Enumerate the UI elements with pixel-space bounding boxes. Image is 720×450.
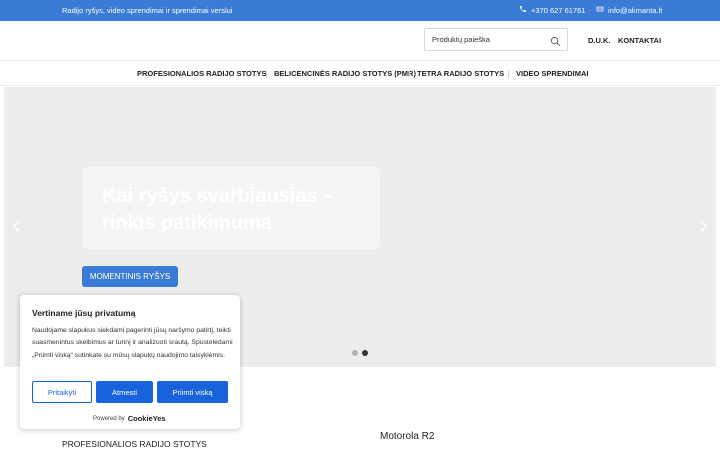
product-title[interactable]: Motorola R2 xyxy=(380,431,434,442)
email-link[interactable]: info@akmanta.lt xyxy=(596,5,662,15)
chevron-left-icon[interactable] xyxy=(12,219,22,233)
hero-cta-button[interactable]: MOMENTINIS RYŠYS xyxy=(82,266,178,287)
tagline: Radijo ryšys, video sprendimai ir sprend… xyxy=(62,6,233,15)
nav-divider xyxy=(266,70,267,78)
main-nav: PROFESIONALIOS RADIJO STOTYS BELICENCINĖ… xyxy=(0,62,720,86)
cookieyes-logo[interactable]: CookieYes xyxy=(128,414,166,423)
cookie-consent-banner: Vertiname jūsų privatumą Naudojame slapu… xyxy=(20,295,240,429)
phone-link[interactable]: +370 627 61761 xyxy=(519,5,585,15)
email-address: info@akmanta.lt xyxy=(608,5,663,15)
faq-link[interactable]: D.U.K. xyxy=(588,36,611,45)
search-icon[interactable] xyxy=(550,34,561,46)
nav-item-pmr-radios[interactable]: BELICENCINĖS RADIJO STOTYS (PMR) xyxy=(274,69,416,78)
slider-dot-1[interactable] xyxy=(352,350,358,356)
hero-headline: Kai ryšys svarbiausias – rinkis patikimu… xyxy=(102,185,335,234)
nav-item-video-solutions[interactable]: VIDEO SPRENDIMAI xyxy=(516,69,589,78)
powered-by-label: Powered by xyxy=(93,415,125,422)
nav-item-tetra-radios[interactable]: TETRA RADIJO STOTYS xyxy=(417,69,504,78)
phone-icon xyxy=(519,5,527,15)
envelope-icon xyxy=(596,5,604,15)
customize-button[interactable]: Pritaikyti xyxy=(32,381,92,403)
nav-item-professional-radios[interactable]: PROFESIONALIOS RADIJO STOTYS xyxy=(137,69,266,78)
reject-button[interactable]: Atmesti xyxy=(96,381,153,403)
site-header: D.U.K. KONTAKTAI xyxy=(0,21,720,61)
nav-divider xyxy=(409,70,410,78)
search-box xyxy=(424,28,568,51)
slider-dot-2-active[interactable] xyxy=(362,350,368,356)
contacts-link[interactable]: KONTAKTAI xyxy=(618,36,661,45)
phone-number: +370 627 61761 xyxy=(531,5,586,15)
top-bar: Radijo ryšys, video sprendimai ir sprend… xyxy=(0,0,720,21)
category-heading[interactable]: PROFESIONALIOS RADIJO STOTYS xyxy=(62,439,207,449)
search-input[interactable] xyxy=(425,29,535,50)
nav-divider xyxy=(508,70,509,78)
cookie-description: Naudojame slapukus siekdami pagerinti jū… xyxy=(32,327,233,359)
cookie-title: Vertiname jūsų privatumą xyxy=(32,308,136,318)
accept-all-button[interactable]: Priimti viską xyxy=(157,381,228,403)
chevron-right-icon[interactable] xyxy=(698,219,708,233)
powered-by: Powered by CookieYes xyxy=(93,414,166,423)
